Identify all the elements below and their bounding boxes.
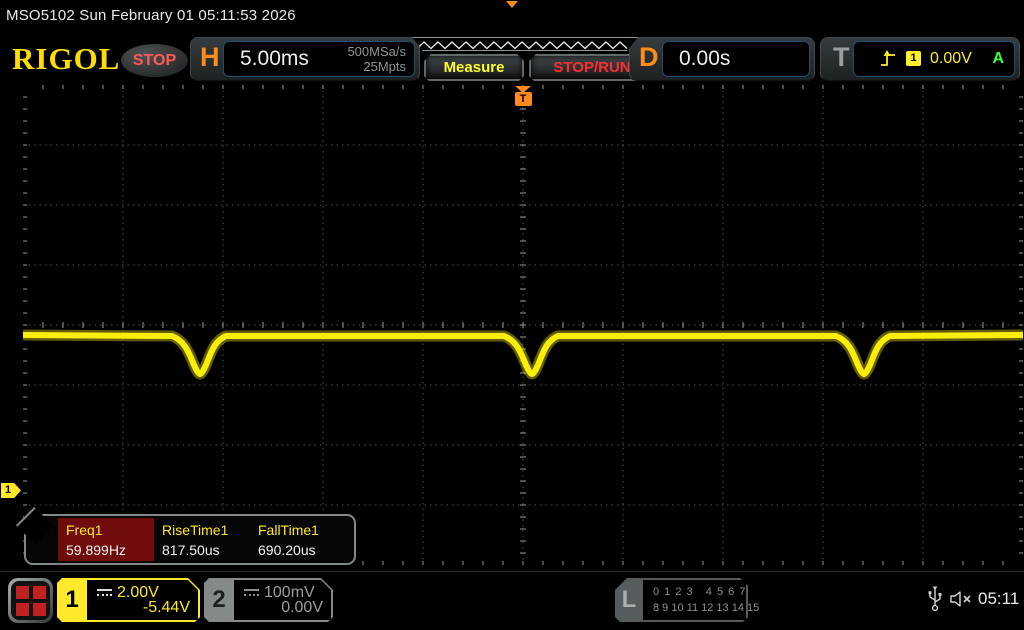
channel-2-values: 100mV 0.00V bbox=[234, 580, 331, 620]
graticule bbox=[23, 85, 1023, 565]
trigger-level-value: 0.00V bbox=[930, 50, 972, 68]
dc-coupling-icon bbox=[244, 589, 259, 598]
oscilloscope-screen: MSO5102 Sun February 01 05:11:53 2026 RI… bbox=[0, 0, 1024, 630]
channel-1-offset: -5.44V bbox=[143, 599, 190, 617]
rigol-logo: RIGOL bbox=[12, 41, 120, 77]
measurement-value: 817.50us bbox=[162, 542, 220, 558]
trigger-settings-box[interactable]: T 1 0.00V A bbox=[820, 37, 1020, 81]
logic-label: L bbox=[615, 578, 643, 622]
delay-label: D bbox=[639, 42, 659, 73]
memory-waveform-thumbnail bbox=[413, 39, 637, 51]
trigger-position-marker[interactable]: T bbox=[514, 86, 532, 106]
speaker-muted-icon[interactable] bbox=[948, 589, 974, 609]
channel-1-values: 2.00V -5.44V bbox=[87, 580, 198, 620]
trigger-position-label: T bbox=[515, 92, 532, 106]
dc-coupling-icon bbox=[97, 589, 112, 598]
delay-settings-box[interactable]: D 0.00s bbox=[629, 37, 815, 81]
measurement-value: 690.20us bbox=[258, 542, 316, 558]
horizontal-settings-box[interactable]: H 5.00ms 500MSa/s 25Mpts bbox=[190, 37, 420, 81]
horizontal-label: H bbox=[200, 42, 220, 73]
logic-row-8-15: 8 9 10 11 12 13 14 15 bbox=[653, 602, 759, 614]
delay-inner: 0.00s bbox=[662, 41, 810, 77]
app-menu-button[interactable] bbox=[8, 578, 53, 623]
model-and-datetime: MSO5102 Sun February 01 05:11:53 2026 bbox=[6, 7, 296, 24]
measurement-item-risetime1[interactable]: RiseTime1 817.50us bbox=[154, 518, 250, 561]
bottom-separator bbox=[0, 571, 1024, 572]
rising-edge-icon bbox=[880, 49, 896, 69]
app-grid-icon bbox=[11, 581, 50, 620]
measurement-item-freq1[interactable]: Freq1 59.899Hz bbox=[58, 518, 154, 561]
measurement-item-falltime1[interactable]: FallTime1 690.20us bbox=[250, 518, 346, 561]
timebase-value: 5.00ms bbox=[240, 47, 309, 71]
channel-2-offset: 0.00V bbox=[281, 599, 323, 617]
trigger-sweep-mode: A bbox=[992, 50, 1004, 68]
sample-rate: 500MSa/s bbox=[347, 44, 406, 59]
measurement-value: 59.899Hz bbox=[66, 542, 126, 558]
logic-channels-status[interactable]: L 0 1 2 3 4 5 6 7 8 9 10 11 12 13 14 15 bbox=[615, 578, 748, 622]
measurement-panel[interactable]: Freq1 59.899Hz RiseTime1 817.50us FallTi… bbox=[24, 514, 356, 565]
delay-value: 0.00s bbox=[679, 47, 730, 71]
memory-depth: 25Mpts bbox=[347, 59, 406, 74]
ch1-offset-marker[interactable]: 1 bbox=[1, 483, 21, 498]
logic-row-0-7: 0 1 2 3 4 5 6 7 bbox=[653, 586, 746, 598]
sample-rate-memory: 500MSa/s 25Mpts bbox=[347, 44, 406, 74]
acquisition-status-badge: STOP bbox=[121, 44, 188, 77]
horizontal-inner: 5.00ms 500MSa/s 25Mpts bbox=[223, 41, 415, 77]
measurement-label: RiseTime1 bbox=[162, 522, 228, 538]
channel-1-status[interactable]: 1 2.00V -5.44V bbox=[57, 578, 200, 622]
clock: 05:11 bbox=[978, 589, 1019, 609]
measurement-label: Freq1 bbox=[66, 522, 103, 538]
trigger-inner: 1 0.00V A bbox=[853, 41, 1015, 77]
logic-values: 0 1 2 3 4 5 6 7 8 9 10 11 12 13 14 15 bbox=[643, 580, 746, 620]
trigger-label: T bbox=[833, 42, 850, 73]
measure-button[interactable]: Measure bbox=[424, 54, 524, 81]
channel-2-status[interactable]: 2 100mV 0.00V bbox=[204, 578, 333, 622]
measurement-label: FallTime1 bbox=[258, 522, 319, 538]
memory-preview-strip[interactable] bbox=[412, 37, 638, 51]
channel-1-number: 1 bbox=[57, 578, 87, 622]
channel-2-number: 2 bbox=[204, 578, 234, 622]
usb-icon bbox=[927, 584, 943, 612]
memory-position-marker[interactable] bbox=[506, 1, 518, 8]
trigger-source-badge: 1 bbox=[906, 51, 921, 66]
